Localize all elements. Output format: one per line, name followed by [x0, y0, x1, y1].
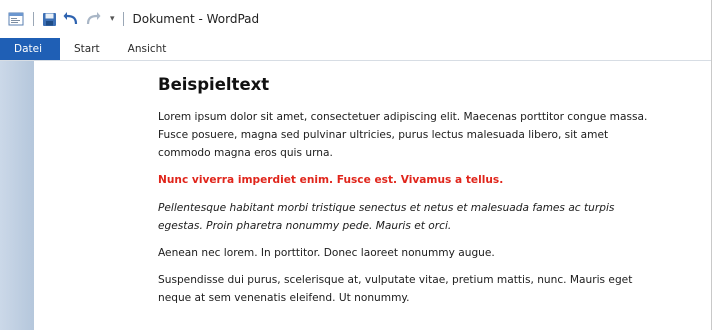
document-content[interactable]: Beispieltext Lorem ipsum dolor sit amet,…: [158, 75, 711, 316]
paragraph-suspendisse: Suspendisse dui purus, scelerisque at, v…: [158, 271, 711, 307]
customize-dropdown-icon[interactable]: ▾: [110, 14, 115, 24]
text-line: Nunc viverra imperdiet enim. Fusce est. …: [158, 174, 504, 186]
document-heading: Beispieltext: [158, 75, 270, 94]
window-title: Dokument - WordPad: [132, 12, 260, 26]
redo-icon[interactable]: [84, 10, 102, 28]
text-line: Pellentesque habitant morbi tristique se…: [158, 202, 615, 214]
paragraph-aenean: Aenean nec lorem. In porttitor. Donec la…: [158, 244, 711, 262]
text-line: egestas. Proin pharetra nonummy pede. Ma…: [158, 220, 452, 232]
title-bar: ▾ Dokument - WordPad: [0, 0, 711, 38]
tab-datei[interactable]: Datei: [0, 38, 60, 60]
document-page[interactable]: Beispieltext Lorem ipsum dolor sit amet,…: [34, 61, 711, 330]
paragraph-red-bold: Nunc viverra imperdiet enim. Fusce est. …: [158, 171, 711, 189]
title-separator: [122, 12, 124, 26]
paragraph-italic: Pellentesque habitant morbi tristique se…: [158, 199, 711, 235]
text-line: neque at sem venenatis eleifend. Ut nonu…: [158, 292, 410, 304]
tab-start[interactable]: Start: [60, 38, 114, 60]
text-line: commodo magna eros quis urna.: [158, 147, 333, 159]
text-line: Suspendisse dui purus, scelerisque at, v…: [158, 274, 633, 286]
undo-icon[interactable]: [62, 10, 80, 28]
text-line: Aenean nec lorem. In porttitor. Donec la…: [158, 247, 495, 259]
text-line: Fusce posuere, magna sed pulvinar ultric…: [158, 129, 609, 141]
wordpad-app-icon[interactable]: [7, 10, 25, 28]
wordpad-window: ▾ Dokument - WordPad Datei Start Ansicht…: [0, 0, 712, 330]
save-icon[interactable]: [40, 10, 58, 28]
ribbon-tab-bar: Datei Start Ansicht: [0, 38, 711, 61]
quick-access-separator: [33, 12, 34, 26]
page-margin-strip: [0, 61, 34, 330]
text-line: Lorem ipsum dolor sit amet, consectetuer…: [158, 111, 648, 123]
paragraph-lorem: Lorem ipsum dolor sit amet, consectetuer…: [158, 108, 711, 162]
tab-ansicht[interactable]: Ansicht: [114, 38, 181, 60]
document-area: Beispieltext Lorem ipsum dolor sit amet,…: [0, 61, 711, 330]
